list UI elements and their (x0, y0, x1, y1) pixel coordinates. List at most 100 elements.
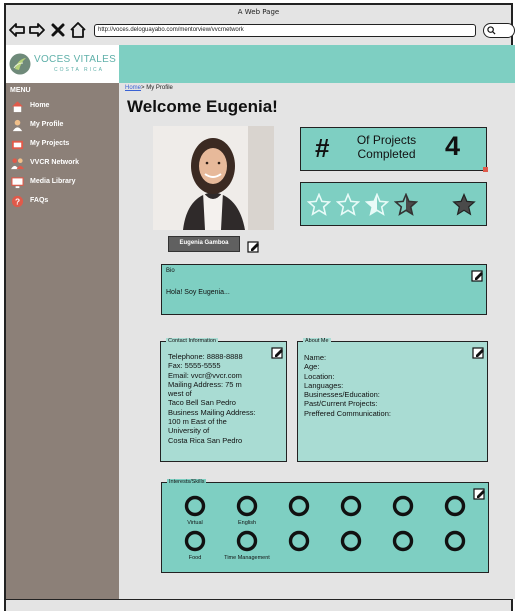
contact-line: 100 m East of the (168, 417, 227, 427)
browser-search-box[interactable] (483, 23, 515, 38)
breadcrumb-separator: > (141, 85, 145, 91)
contact-legend: Contact Information (166, 338, 218, 344)
main-content: Home> My Profile Welcome Eugenia! Eugeni… (119, 83, 515, 599)
edit-name-icon[interactable] (247, 238, 260, 253)
bio-title: Bio (166, 268, 175, 274)
star-icon[interactable] (364, 192, 390, 217)
about-legend: About Me (303, 338, 331, 344)
back-arrow-icon[interactable] (8, 21, 26, 39)
sidebar-item-my-profile[interactable]: My Profile (11, 118, 116, 134)
bio-card: Bio Hola! Soy Eugenia... (161, 264, 487, 315)
interests-skills-panel: Interests/Skills Virtual English Food Time … (161, 479, 489, 573)
interest-ring-icon[interactable] (392, 495, 414, 517)
sidebar-item-label: My Projects (30, 140, 70, 147)
contact-line: Fax: 5555-5555 (168, 361, 221, 371)
star-icon[interactable] (306, 192, 332, 217)
interest-ring-icon[interactable] (392, 530, 414, 552)
sidebar-item-label: Media Library (30, 178, 76, 185)
contact-line: Mailing Address: 75 m (168, 379, 242, 389)
interest-ring-icon[interactable] (184, 530, 206, 552)
contact-information-panel: Contact Information Telephone: 8888-8888… (160, 338, 287, 462)
star-icon[interactable] (393, 192, 419, 217)
about-line: Age: (304, 362, 320, 372)
contact-line: University of (168, 426, 210, 436)
network-icon (11, 158, 24, 170)
home-icon[interactable] (69, 21, 87, 39)
logo-mark-icon (9, 53, 31, 75)
profile-photo (153, 126, 274, 230)
breadcrumb-home-link[interactable]: Home (125, 85, 141, 91)
about-me-panel: About Me Name: Age: Location: Languages: Bus… (297, 338, 488, 462)
contact-line: Costa Rica San Pedro (168, 435, 243, 445)
sidebar: MENU Home My Profile My Projects VVCR Ne… (6, 83, 119, 599)
interest-ring-icon[interactable] (236, 530, 258, 552)
interest-ring-icon[interactable] (288, 495, 310, 517)
help-icon: ? (11, 195, 24, 208)
close-icon[interactable] (49, 21, 67, 39)
breadcrumb: Home> My Profile (125, 85, 173, 91)
profile-name-button[interactable]: Eugenia Gamboa (168, 236, 240, 252)
sidebar-item-home[interactable]: Home (11, 99, 116, 115)
interests-legend: Interests/Skills (167, 479, 207, 485)
interest-ring-icon[interactable] (236, 495, 258, 517)
interest-label: Time Management (224, 555, 270, 561)
header-band (119, 45, 515, 83)
projects-count: 4 (445, 131, 461, 161)
monitor-icon (11, 177, 24, 189)
star-icon[interactable] (335, 192, 361, 217)
edit-contact-icon[interactable] (271, 344, 284, 359)
contact-line: Business Mailing Address: (168, 407, 256, 417)
logo[interactable]: VOCES VITALES COSTA RICA (6, 45, 119, 83)
interest-label: Food (188, 555, 202, 561)
sidebar-item-media-library[interactable]: Media Library (11, 175, 116, 191)
resize-handle-icon (483, 167, 488, 172)
logo-text: VOCES VITALES (34, 54, 117, 65)
interest-ring-icon[interactable] (184, 495, 206, 517)
sidebar-item-my-projects[interactable]: My Projects (11, 137, 116, 153)
sidebar-item-faqs[interactable]: ? FAQs (11, 194, 116, 210)
contact-line: Taco Bell San Pedro (168, 398, 236, 408)
star-icon[interactable] (452, 192, 476, 217)
contact-details: Telephone: 8888-8888 Fax: 5555-5555 Email:… (168, 352, 282, 445)
logo-subtitle: COSTA RICA (54, 67, 104, 73)
rating-card (300, 182, 487, 226)
interest-ring-icon[interactable] (444, 530, 466, 552)
about-line: Preffered Communication: (304, 408, 391, 418)
sidebar-item-label: Home (30, 102, 50, 109)
edit-bio-icon[interactable] (471, 267, 484, 282)
hash-symbol: # (315, 133, 330, 163)
forward-arrow-icon[interactable] (28, 21, 46, 39)
menu-title: MENU (10, 87, 31, 94)
edit-about-icon[interactable] (472, 344, 485, 359)
url-bar[interactable]: http://voces.deloguayabo.com/mentorview/… (94, 24, 476, 37)
sidebar-item-vvcr-network[interactable]: VVCR Network (11, 156, 116, 172)
about-line: Name: (304, 353, 327, 362)
about-line: Languages: (304, 380, 344, 390)
user-icon (12, 119, 23, 132)
edit-interests-icon[interactable] (473, 485, 486, 500)
interest-ring-icon[interactable] (340, 495, 362, 517)
sidebar-item-label: My Profile (30, 121, 64, 128)
folder-icon (11, 140, 24, 150)
window-title: A Web Page (237, 8, 280, 16)
breadcrumb-current: My Profile (146, 85, 173, 91)
contact-line: Telephone: 8888-8888 (168, 352, 243, 361)
search-icon (487, 26, 496, 35)
home-icon (11, 101, 24, 113)
interest-ring-icon[interactable] (444, 495, 466, 517)
sidebar-item-label: VVCR Network (30, 159, 80, 166)
interest-label: Virtual (187, 520, 203, 526)
about-line: Past/Current Projects: (304, 399, 378, 409)
contact-line: Email: vvcr@vvcr.com (168, 370, 242, 380)
interest-ring-icon[interactable] (340, 530, 362, 552)
status-bar (6, 599, 511, 611)
about-line: Businesses/Education: (304, 390, 380, 400)
projects-completed-card: # Of Projects Completed 4 (300, 127, 488, 172)
bio-text: Hola! Soy Eugenia... (166, 289, 230, 296)
interest-label: English (237, 520, 257, 526)
svg-text:?: ? (15, 196, 20, 206)
star-icon[interactable] (423, 192, 447, 217)
interest-ring-icon[interactable] (288, 530, 310, 552)
about-details: Name: Age: Location: Languages: Businesses/E… (304, 353, 484, 418)
about-line: Location: (304, 371, 335, 381)
